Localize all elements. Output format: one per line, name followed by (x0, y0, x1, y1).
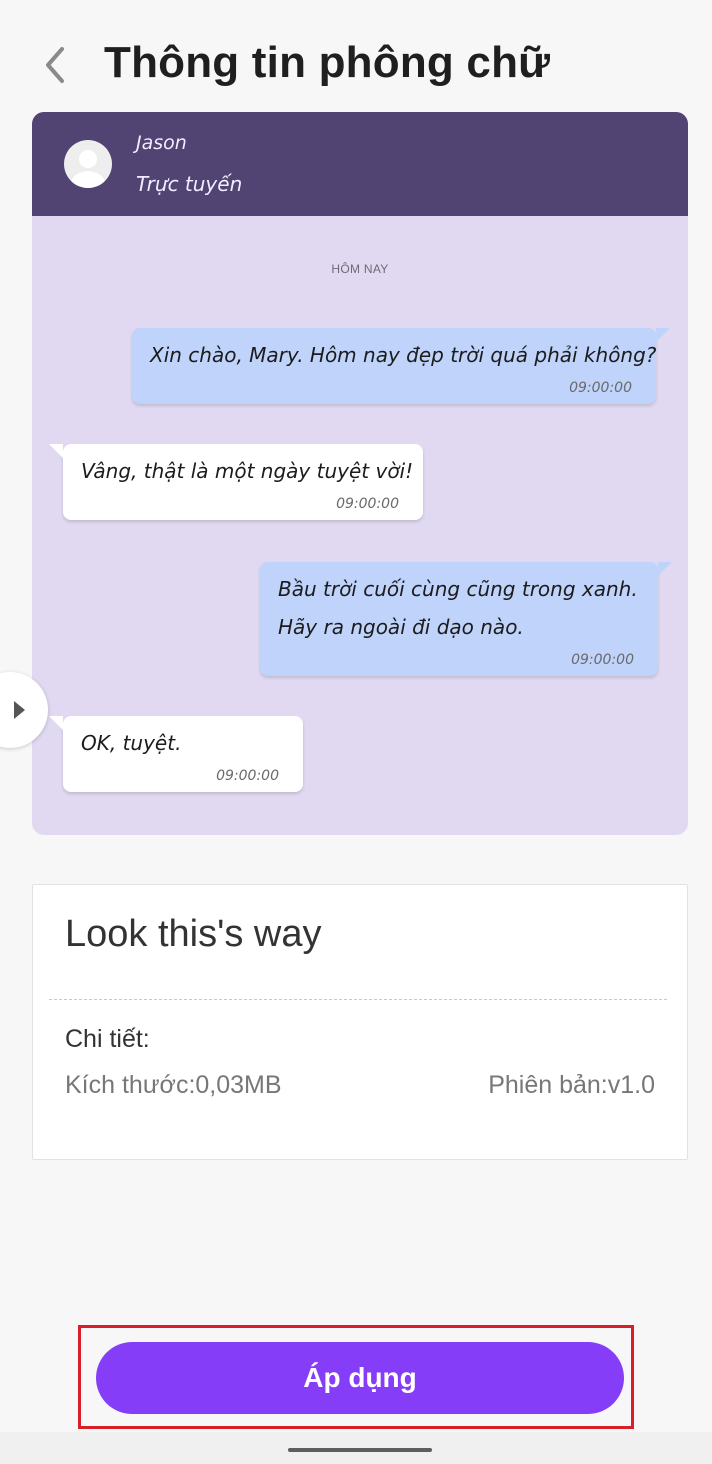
page-title: Thông tin phông chữ (104, 38, 551, 87)
chat-header: Jason Trực tuyến (32, 112, 688, 216)
details-label: Chi tiết: (65, 1025, 150, 1053)
apply-button[interactable]: Áp dụng (96, 1342, 624, 1414)
message-bubble-incoming: Vâng, thật là một ngày tuyệt vời! 09:00:… (49, 444, 423, 520)
message-bubble-incoming: OK, tuyệt. 09:00:00 (49, 716, 303, 792)
message-bubble-outgoing: Xin chào, Mary. Hôm nay đẹp trời quá phả… (132, 328, 670, 404)
bubble-tail (656, 328, 670, 342)
contact-status: Trực tuyến (136, 172, 243, 196)
message-text: Vâng, thật là một ngày tuyệt vời! (81, 459, 414, 483)
app-header: Thông tin phông chữ (0, 0, 712, 112)
avatar (64, 140, 112, 188)
message-time: 09:00:00 (571, 652, 634, 668)
font-name: Look this's way (65, 913, 322, 955)
message-time: 09:00:00 (336, 496, 399, 512)
chat-preview: Jason Trực tuyến HÔM NAY Xin chào, Mary.… (32, 112, 688, 835)
message-text: Bầu trời cuối cùng cũng trong xanh. (278, 577, 638, 601)
chevron-left-icon (46, 47, 64, 83)
font-size-info: Kích thước:0,03MB (65, 1071, 282, 1099)
bubble-tail (49, 444, 63, 458)
navigation-bar (0, 1432, 712, 1464)
message-bubble-outgoing: Bầu trời cuối cùng cũng trong xanh. Hãy … (260, 562, 672, 676)
message-text: Hãy ra ngoài đi dạo nào. (278, 615, 524, 639)
contact-name: Jason (136, 132, 187, 154)
message-text: Xin chào, Mary. Hôm nay đẹp trời quá phả… (150, 343, 657, 367)
message-time: 09:00:00 (216, 768, 279, 784)
message-time: 09:00:00 (569, 380, 632, 396)
font-info-card: Look this's way Chi tiết: Kích thước:0,0… (32, 884, 688, 1160)
divider (49, 999, 667, 1000)
message-text: OK, tuyệt. (81, 731, 182, 755)
bubble-tail (658, 562, 672, 576)
user-icon (71, 150, 105, 188)
font-version-info: Phiên bản:v1.0 (488, 1071, 655, 1099)
bubble-tail (49, 716, 63, 730)
play-arrow-icon (14, 701, 25, 719)
home-indicator[interactable] (288, 1448, 432, 1452)
back-button[interactable] (30, 40, 80, 90)
date-separator: HÔM NAY (331, 262, 389, 276)
